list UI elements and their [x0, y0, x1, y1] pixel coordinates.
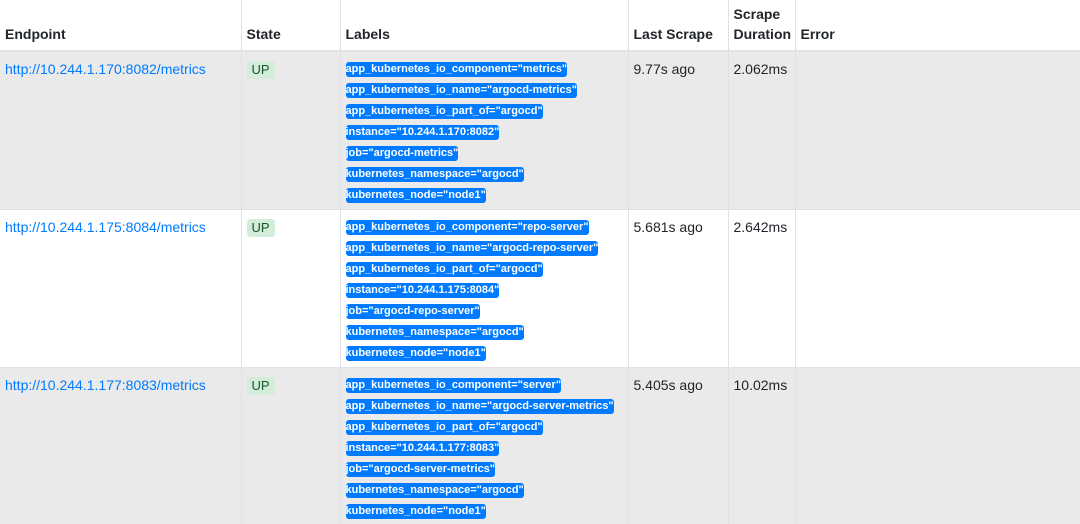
state-cell: UP [240, 367, 340, 524]
label-badge: app_kubernetes_io_component="repo-server… [345, 220, 589, 235]
label-badge: app_kubernetes_io_name="argocd-server-me… [345, 399, 614, 414]
labels-cell: app_kubernetes_io_component="server" app… [339, 367, 628, 524]
state-cell: UP [240, 209, 340, 368]
scrape-duration-cell: 2.062ms [727, 50, 795, 210]
label-badge: kubernetes_namespace="argocd" [345, 167, 524, 182]
last-scrape-cell: 5.405s ago [627, 367, 728, 524]
label-badge: job="argocd-server-metrics" [345, 462, 496, 477]
endpoint-cell: http://10.244.1.177:8083/metrics [0, 367, 241, 524]
endpoint-link[interactable]: http://10.244.1.175:8084/metrics [5, 219, 206, 235]
label-list: app_kubernetes_io_component="server" app… [345, 378, 623, 519]
label-badge: instance="10.244.1.175:8084" [345, 283, 500, 298]
targets-table: Endpoint State Labels Last Scrape Scrape… [0, 0, 1080, 524]
header-error: Error [794, 0, 1080, 52]
label-badge: app_kubernetes_io_name="argocd-metrics" [345, 83, 577, 98]
label-list: app_kubernetes_io_component="metrics" ap… [345, 62, 623, 203]
label-badge: app_kubernetes_io_component="metrics" [345, 62, 568, 77]
label-badge: instance="10.244.1.177:8083" [345, 441, 500, 456]
header-scrape-duration: Scrape Duration [727, 0, 795, 52]
scrape-duration-cell: 2.642ms [727, 209, 795, 368]
error-cell [794, 209, 1080, 368]
label-badge: job="argocd-metrics" [345, 146, 459, 161]
table-row: http://10.244.1.170:8082/metrics UP app_… [0, 50, 1080, 210]
header-labels: Labels [339, 0, 628, 52]
last-scrape-cell: 9.77s ago [627, 50, 728, 210]
state-badge: UP [246, 377, 275, 395]
last-scrape-cell: 5.681s ago [627, 209, 728, 368]
labels-cell: app_kubernetes_io_component="repo-server… [339, 209, 628, 368]
label-badge: kubernetes_namespace="argocd" [345, 325, 524, 340]
endpoint-cell: http://10.244.1.175:8084/metrics [0, 209, 241, 368]
label-list: app_kubernetes_io_component="repo-server… [345, 220, 623, 361]
label-badge: app_kubernetes_io_component="server" [345, 378, 562, 393]
label-badge: instance="10.244.1.170:8082" [345, 125, 500, 140]
error-cell [794, 367, 1080, 524]
label-badge: kubernetes_node="node1" [345, 504, 486, 519]
label-badge: kubernetes_namespace="argocd" [345, 483, 524, 498]
endpoint-link[interactable]: http://10.244.1.177:8083/metrics [5, 377, 206, 393]
label-badge: app_kubernetes_io_part_of="argocd" [345, 420, 543, 435]
table-body: http://10.244.1.170:8082/metrics UP app_… [0, 50, 1080, 524]
header-state: State [240, 0, 340, 52]
error-cell [794, 50, 1080, 210]
state-cell: UP [240, 50, 340, 210]
table-header: Endpoint State Labels Last Scrape Scrape… [0, 0, 1080, 52]
endpoint-link[interactable]: http://10.244.1.170:8082/metrics [5, 61, 206, 77]
label-badge: app_kubernetes_io_part_of="argocd" [345, 262, 543, 277]
labels-cell: app_kubernetes_io_component="metrics" ap… [339, 50, 628, 210]
table-row: http://10.244.1.177:8083/metrics UP app_… [0, 367, 1080, 524]
table-row: http://10.244.1.175:8084/metrics UP app_… [0, 209, 1080, 368]
label-badge: app_kubernetes_io_part_of="argocd" [345, 104, 543, 119]
scrape-duration-cell: 10.02ms [727, 367, 795, 524]
label-badge: app_kubernetes_io_name="argocd-repo-serv… [345, 241, 599, 256]
label-badge: kubernetes_node="node1" [345, 188, 486, 203]
label-badge: job="argocd-repo-server" [345, 304, 480, 319]
header-last-scrape: Last Scrape [627, 0, 728, 52]
state-badge: UP [246, 61, 275, 79]
state-badge: UP [246, 219, 275, 237]
label-badge: kubernetes_node="node1" [345, 346, 486, 361]
endpoint-cell: http://10.244.1.170:8082/metrics [0, 50, 241, 210]
header-endpoint: Endpoint [0, 0, 241, 52]
